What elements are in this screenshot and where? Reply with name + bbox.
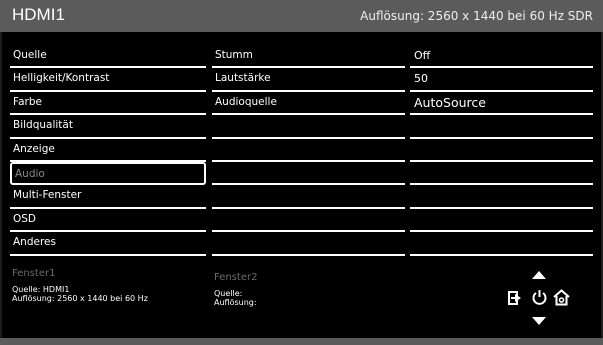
value-lautstaerke[interactable]: 50	[410, 68, 593, 92]
value-empty-row	[410, 209, 593, 233]
window1-source: Quelle: HDMI1	[12, 285, 70, 294]
value-audioquelle[interactable]: AutoSource	[410, 92, 593, 116]
submenu-item-stumm[interactable]: Stumm	[212, 45, 405, 69]
submenu-item-label: Audioquelle	[215, 95, 277, 108]
osd-panel: Quelle Helligkeit/Kontrast Farbe Bildqua…	[2, 32, 601, 338]
submenu-item-lautstaerke[interactable]: Lautstärke	[212, 68, 405, 92]
value-empty-row	[410, 162, 593, 186]
menu-item-label: Audio	[15, 167, 45, 180]
value-empty-row	[410, 139, 593, 162]
key-guide	[502, 270, 582, 330]
menu-item-label: Farbe	[13, 95, 42, 108]
sub-menu: Stumm Lautstärke Audioquelle	[212, 45, 405, 256]
menu-item-label: Quelle	[13, 49, 47, 61]
menu-item-farbe[interactable]: Farbe	[10, 92, 206, 116]
submenu-empty-row	[212, 115, 405, 139]
submenu-item-audioquelle[interactable]: Audioquelle	[212, 92, 405, 116]
menu-item-label: Multi-Fenster	[13, 189, 82, 202]
menu-item-label: OSD	[13, 212, 37, 225]
window1-resolution: Auflösung: 2560 x 1440 bei 60 Hz	[12, 294, 148, 303]
menu-item-osd[interactable]: OSD	[10, 209, 206, 233]
submenu-empty-row	[212, 139, 405, 162]
menu-item-label: Anzeige	[13, 142, 55, 155]
power-icon[interactable]	[531, 289, 548, 306]
value-empty-row	[410, 185, 593, 209]
menu-item-bildqualitaet[interactable]: Bildqualität	[10, 115, 206, 139]
home-icon[interactable]	[553, 289, 570, 306]
window1-info: Fenster1 Quelle: HDMI1 Auflösung: 2560 x…	[12, 268, 148, 303]
value-stumm[interactable]: Off	[410, 45, 593, 69]
menu-item-multi-fenster[interactable]: Multi-Fenster	[10, 185, 206, 209]
up-arrow-icon[interactable]	[531, 270, 547, 280]
osd-header: HDMI1 Auflösung: 2560 x 1440 bei 60 Hz S…	[0, 0, 603, 32]
main-menu: Quelle Helligkeit/Kontrast Farbe Bildqua…	[10, 45, 206, 256]
submenu-empty-row	[212, 209, 405, 233]
submenu-empty-row	[212, 162, 405, 186]
input-icon[interactable]	[508, 290, 524, 306]
menu-item-label: Bildqualität	[13, 119, 73, 132]
window2-info: Fenster2 Quelle: Auflösung:	[214, 272, 258, 307]
value-empty-row	[410, 115, 593, 139]
window2-source: Quelle:	[214, 289, 243, 298]
value-label: AutoSource	[414, 94, 486, 110]
menu-item-audio[interactable]: Audio	[10, 161, 206, 186]
window2-resolution: Auflösung:	[214, 298, 257, 307]
menu-item-anzeige[interactable]: Anzeige	[10, 139, 206, 162]
submenu-empty-row	[212, 232, 405, 256]
value-label: 50	[414, 72, 428, 86]
down-arrow-icon[interactable]	[531, 316, 547, 326]
menu-item-helligkeit-kontrast[interactable]: Helligkeit/Kontrast	[10, 68, 206, 92]
submenu-item-label: Stumm	[215, 49, 253, 61]
submenu-empty-row	[212, 185, 405, 209]
input-title: HDMI1	[12, 5, 65, 24]
menu-item-quelle[interactable]: Quelle	[10, 45, 206, 69]
resolution-status: Auflösung: 2560 x 1440 bei 60 Hz SDR	[360, 9, 593, 23]
value-column: Off 50 AutoSource	[410, 45, 593, 256]
osd-bottom-bar	[0, 338, 603, 345]
window1-heading: Fenster1	[12, 268, 56, 279]
window2-details: Quelle: Auflösung:	[214, 289, 257, 307]
value-empty-row	[410, 232, 593, 256]
window2-heading: Fenster2	[214, 272, 258, 283]
window1-details: Quelle: HDMI1 Auflösung: 2560 x 1440 bei…	[12, 285, 148, 303]
submenu-item-label: Lautstärke	[215, 72, 271, 85]
menu-item-label: Helligkeit/Kontrast	[13, 72, 110, 85]
menu-item-anderes[interactable]: Anderes	[10, 232, 206, 256]
menu-item-label: Anderes	[13, 236, 56, 249]
value-label: Off	[414, 49, 431, 62]
